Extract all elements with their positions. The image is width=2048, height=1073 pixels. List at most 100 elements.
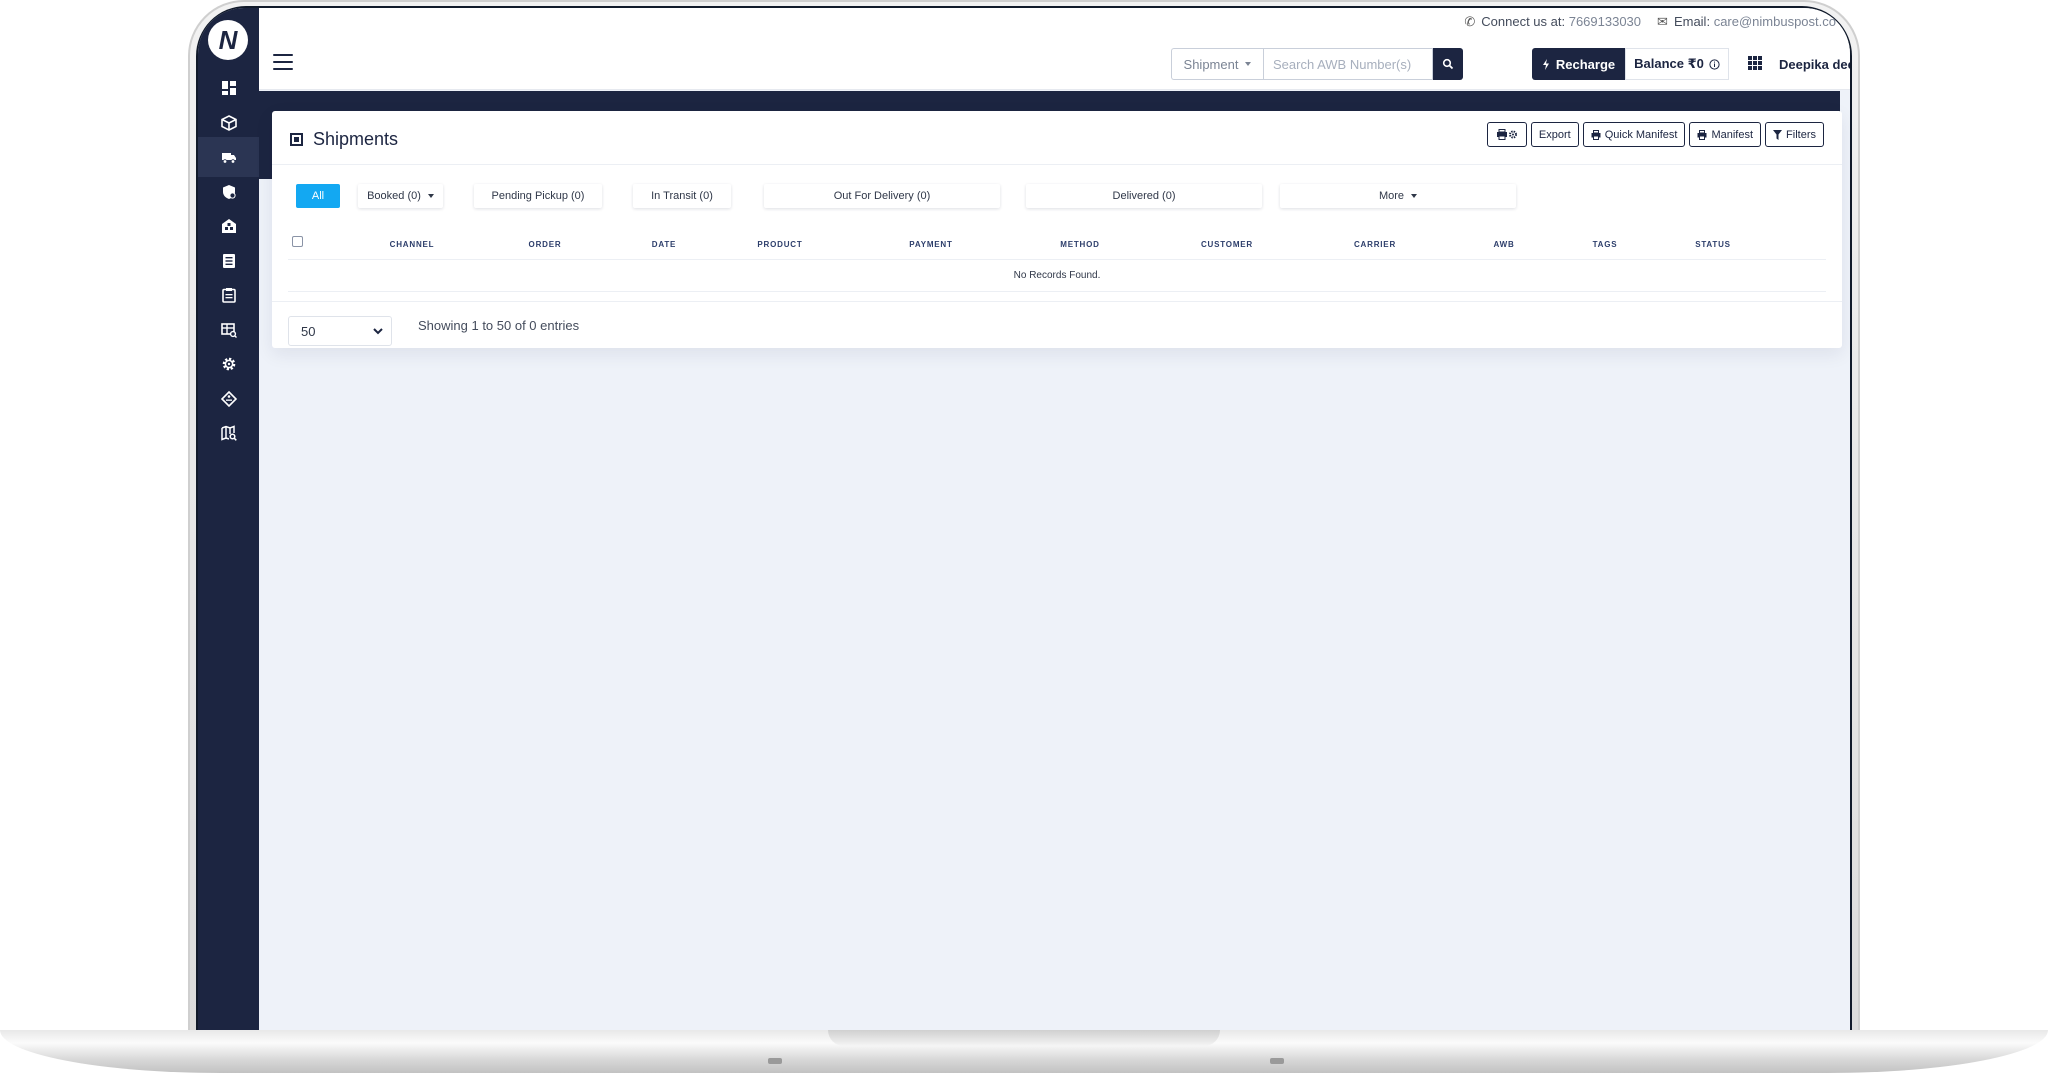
tab-label: Pending Pickup (0)	[491, 190, 585, 202]
clipboard-icon	[221, 288, 236, 303]
mail-icon: ✉	[1657, 14, 1668, 29]
page-size-select[interactable]: 50	[288, 316, 392, 346]
column-header-awb[interactable]: AWB	[1493, 240, 1514, 249]
card-divider	[272, 164, 1842, 165]
tab-label: All	[311, 190, 325, 202]
quick-manifest-label: Quick Manifest	[1604, 128, 1678, 141]
tab-label: In Transit (0)	[651, 190, 713, 202]
tab-label: More	[1378, 190, 1405, 202]
shipment-list-icon	[290, 133, 303, 146]
entries-info: Showing 1 to 50 of 0 entries	[418, 318, 580, 333]
chevron-down-icon	[373, 327, 383, 334]
sidebar-item-dashboard[interactable]	[198, 68, 259, 108]
laptop-notch	[828, 1030, 1220, 1046]
phone-link[interactable]: 7669133030	[1569, 14, 1641, 29]
filters-button[interactable]: Filters	[1765, 122, 1824, 147]
search-type-label: Shipment	[1183, 56, 1239, 72]
tab-pending-pickup[interactable]: Pending Pickup (0)	[474, 184, 602, 208]
laptop-foot	[1270, 1058, 1284, 1064]
card-toolbar: Export Quick Manifest Manifest Filters	[1486, 122, 1824, 147]
filters-label: Filters	[1786, 128, 1816, 141]
top-header: Shipment Recharge Balance ₹0 Deepika dee…	[259, 36, 1850, 90]
column-header-order[interactable]: ORDER	[529, 240, 562, 249]
awb-search-group: Shipment	[1171, 48, 1463, 80]
column-header-product[interactable]: PRODUCT	[757, 240, 802, 249]
sidebar: N	[198, 8, 259, 1030]
manifest-button[interactable]: Manifest	[1689, 122, 1762, 147]
column-header-date[interactable]: DATE	[652, 240, 676, 249]
apps-grid-icon[interactable]	[1748, 56, 1762, 70]
page-title: Shipments	[290, 129, 398, 150]
tab-in-transit[interactable]: In Transit (0)	[633, 184, 731, 208]
nimbuspost-logo[interactable]: N	[208, 20, 248, 60]
tab-out-for-delivery[interactable]: Out For Delivery (0)	[764, 184, 1000, 208]
select-all-checkbox[interactable]	[292, 236, 303, 247]
manifest-label: Manifest	[1711, 128, 1754, 141]
column-header-method[interactable]: METHOD	[1060, 240, 1099, 249]
table-header: CHANNEL ORDER DATE PRODUCT PAYMENT METHO…	[288, 230, 1826, 260]
menu-toggle-icon[interactable]	[273, 54, 293, 70]
tag-icon	[220, 391, 237, 407]
info-icon	[1709, 58, 1720, 70]
column-header-customer[interactable]: CUSTOMER	[1201, 240, 1253, 249]
column-header-carrier[interactable]: CARRIER	[1354, 240, 1396, 249]
map-search-icon	[220, 425, 237, 441]
tab-label: Delivered (0)	[1112, 190, 1176, 202]
recharge-label: Recharge	[1555, 56, 1616, 72]
export-label: Export	[1538, 128, 1571, 141]
table-footer-divider	[272, 301, 1842, 302]
gear-icon	[222, 357, 235, 371]
empty-table-message: No Records Found.	[288, 260, 1826, 292]
email-label: Email:	[1673, 14, 1711, 29]
tab-all[interactable]: All	[296, 184, 340, 208]
user-menu[interactable]: Deepika deepika	[1779, 48, 1850, 80]
printer-icon	[1591, 129, 1601, 140]
filter-icon	[1773, 129, 1783, 140]
balance-label: Balance ₹0	[1634, 56, 1704, 71]
column-header-tags[interactable]: TAGS	[1593, 240, 1618, 249]
wallet-balance[interactable]: Balance ₹0	[1625, 48, 1729, 80]
caret-down-icon	[1245, 62, 1252, 66]
dashboard-icon	[221, 81, 236, 95]
tab-label: Booked (0)	[367, 190, 421, 202]
quick-manifest-button[interactable]: Quick Manifest	[1582, 122, 1686, 147]
contact-email: ✉ Email: care@nimbuspost.co	[1657, 14, 1836, 30]
tab-more[interactable]: More	[1280, 184, 1516, 208]
document-icon	[222, 254, 235, 268]
recharge-button[interactable]: Recharge	[1532, 48, 1625, 80]
sidebar-item-reports[interactable]	[198, 275, 259, 315]
sidebar-item-settings[interactable]	[198, 344, 259, 384]
search-type-dropdown[interactable]: Shipment	[1171, 48, 1263, 80]
page-title-text: Shipments	[313, 129, 399, 149]
shipments-card: Shipments Export Quick Manifest Manifest	[272, 111, 1842, 348]
box-icon	[220, 115, 237, 131]
truck-icon	[221, 153, 236, 164]
export-button[interactable]: Export	[1530, 122, 1579, 147]
table-search-icon	[220, 323, 237, 338]
tab-booked[interactable]: Booked (0)	[358, 184, 443, 208]
tab-label: Out For Delivery (0)	[833, 190, 931, 202]
printer-icon	[1697, 129, 1707, 140]
caret-down-icon	[1411, 194, 1418, 198]
logo-letter: N	[218, 24, 238, 55]
column-header-channel[interactable]: CHANNEL	[390, 240, 435, 249]
sidebar-item-shipments[interactable]	[198, 137, 259, 177]
tab-delivered[interactable]: Delivered (0)	[1026, 184, 1262, 208]
page-size-value: 50	[301, 323, 316, 339]
connect-label: Connect us at:	[1481, 14, 1566, 29]
sidebar-item-warehouse[interactable]	[198, 206, 259, 246]
column-header-status[interactable]: STATUS	[1695, 240, 1731, 249]
search-button[interactable]	[1433, 48, 1463, 80]
shield-icon	[222, 185, 236, 199]
awb-search-input[interactable]	[1263, 48, 1433, 80]
caret-down-icon	[427, 194, 434, 198]
contact-bar: ✆ Connect us at: 7669133030 ✉ Email: care@…	[259, 8, 1850, 36]
print-gear-icon	[1496, 129, 1517, 140]
print-settings-button[interactable]	[1486, 122, 1527, 147]
email-link[interactable]: care@nimbuspost.co	[1714, 14, 1836, 29]
phone-icon: ✆	[1464, 14, 1476, 29]
column-header-payment[interactable]: PAYMENT	[909, 240, 952, 249]
shipments-table: CHANNEL ORDER DATE PRODUCT PAYMENT METHO…	[288, 230, 1826, 292]
sidebar-item-tracking[interactable]	[198, 413, 259, 453]
search-icon	[1442, 58, 1454, 70]
